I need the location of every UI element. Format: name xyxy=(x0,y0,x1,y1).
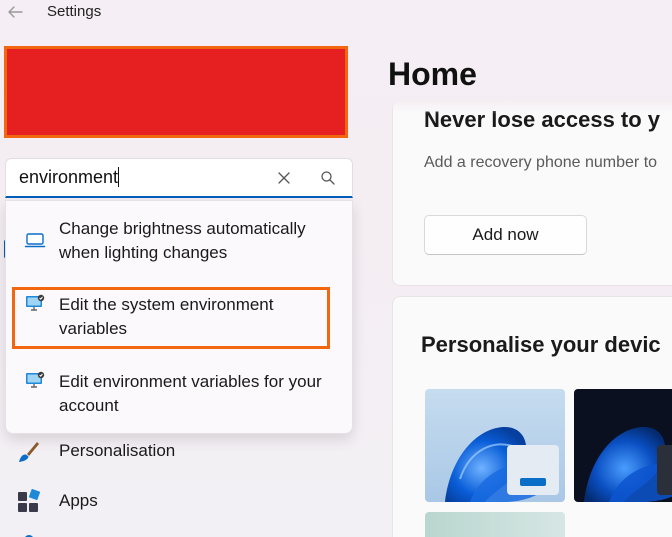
add-now-button[interactable]: Add now xyxy=(424,215,587,255)
sidebar-item-apps[interactable]: Apps xyxy=(16,486,346,516)
wallpaper-bloom-dark xyxy=(574,389,672,502)
wallpaper-bloom-light xyxy=(425,389,565,502)
redacted-profile-area xyxy=(4,46,348,138)
search-result-brightness[interactable]: Change brightness automatically when lig… xyxy=(6,215,352,269)
wallpaper-partial xyxy=(425,512,565,537)
theme-thumbnail-dark[interactable] xyxy=(574,389,672,502)
card-description: Add a recovery phone number to xyxy=(424,154,658,171)
sidebar-item-label: Personalisation xyxy=(59,441,176,460)
annotation-highlight-box xyxy=(12,287,330,349)
sidebar-item-personalisation[interactable]: Personalisation xyxy=(16,436,346,466)
title-bar: Settings xyxy=(0,0,672,26)
card-title: Personalise your devic xyxy=(421,332,661,357)
search-icon[interactable] xyxy=(320,170,336,186)
sidebar-item-label: Apps xyxy=(59,491,98,510)
app-title: Settings xyxy=(47,3,102,20)
account-recovery-card: Never lose access to y Add a recovery ph… xyxy=(392,100,672,286)
apps-icon xyxy=(18,489,40,512)
scroll-fade xyxy=(392,100,672,114)
text-caret xyxy=(118,167,120,187)
back-arrow-icon[interactable] xyxy=(6,3,24,21)
accounts-icon xyxy=(25,535,33,537)
monitor-settings-icon xyxy=(26,371,45,388)
search-result-label: Edit environment variables for your acco… xyxy=(59,372,322,415)
settings-search-box[interactable]: environment xyxy=(5,158,353,198)
search-input[interactable]: environment xyxy=(19,167,120,188)
search-result-label: Change brightness automatically when lig… xyxy=(59,219,306,262)
search-result-account-env-vars[interactable]: Edit environment variables for your acco… xyxy=(6,369,352,423)
page-title: Home xyxy=(388,56,477,92)
theme-thumbnail-partial[interactable] xyxy=(425,512,565,537)
theme-thumbnail-light[interactable] xyxy=(425,389,565,502)
paintbrush-icon xyxy=(19,442,39,462)
laptop-icon xyxy=(24,233,46,248)
clear-icon[interactable] xyxy=(277,171,291,185)
sidebar-item-partial[interactable] xyxy=(16,528,346,537)
personalise-card: Personalise your devic xyxy=(392,296,672,537)
